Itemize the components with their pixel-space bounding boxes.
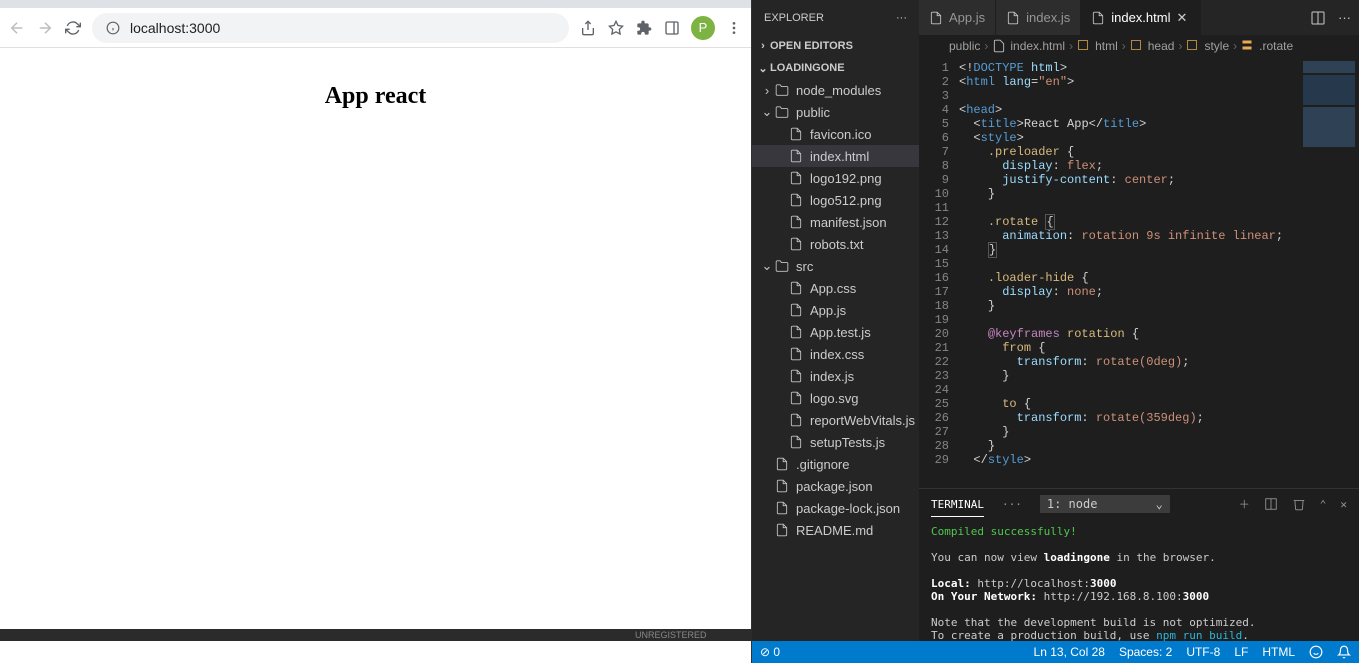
code-lines[interactable]: <!DOCTYPE html><html lang="en"><head> <t… — [959, 57, 1299, 488]
tree-folder-public[interactable]: ⌄public — [752, 101, 919, 123]
project-label: LOADINGONE — [770, 62, 845, 74]
tree-file-setupTests-js[interactable]: setupTests.js — [752, 431, 919, 453]
share-icon[interactable] — [579, 19, 597, 37]
editor-tabs: App.jsindex.jsindex.html✕ ··· — [919, 0, 1359, 35]
status-eol[interactable]: LF — [1234, 645, 1248, 659]
reload-button[interactable] — [64, 19, 82, 37]
status-encoding[interactable]: UTF-8 — [1186, 645, 1220, 659]
tree-file-favicon-ico[interactable]: favicon.ico — [752, 123, 919, 145]
tree-file-manifest-json[interactable]: manifest.json — [752, 211, 919, 233]
status-cursor[interactable]: Ln 13, Col 28 — [1034, 645, 1105, 659]
page-content: App react — [0, 48, 751, 663]
code-editor[interactable]: 1234567891011121314151617181920212223242… — [919, 57, 1359, 488]
tree-folder-node_modules[interactable]: ›node_modules — [752, 79, 919, 101]
line-gutter: 1234567891011121314151617181920212223242… — [919, 57, 959, 488]
tree-file-index-css[interactable]: index.css — [752, 343, 919, 365]
breadcrumb-segment[interactable]: head — [1148, 39, 1175, 53]
feedback-icon[interactable] — [1309, 645, 1323, 659]
bookmark-icon[interactable] — [607, 19, 625, 37]
explorer-header: EXPLORER ··· — [752, 0, 919, 35]
new-terminal-icon[interactable]: ＋ — [1239, 496, 1250, 512]
maximize-terminal-icon[interactable]: ⌃ — [1320, 498, 1327, 511]
tree-file-package-json[interactable]: package.json — [752, 475, 919, 497]
address-bar[interactable] — [92, 13, 569, 43]
terminal-more-icon[interactable]: ··· — [1002, 498, 1022, 511]
trash-icon[interactable] — [1292, 497, 1306, 511]
browser-toolbar: P — [0, 8, 751, 48]
page-heading: App react — [0, 83, 751, 110]
status-errors[interactable]: ⊘ 0 — [760, 645, 780, 659]
terminal-panel: TERMINAL ··· 1: node⌄ ＋ ⌃ ✕ Compiled suc… — [919, 488, 1359, 663]
file-tree: ›node_modules⌄publicfavicon.icoindex.htm… — [752, 79, 919, 641]
tree-folder-src[interactable]: ⌄src — [752, 255, 919, 277]
tab-actions: ··· — [1302, 0, 1359, 35]
breadcrumb[interactable]: public›index.html›html›head›style›.rotat… — [919, 35, 1359, 57]
more-actions-icon[interactable]: ··· — [1338, 10, 1351, 25]
editor-tab-index-html[interactable]: index.html✕ — [1081, 0, 1201, 35]
breadcrumb-segment[interactable]: style — [1204, 39, 1229, 53]
forward-button[interactable] — [36, 19, 54, 37]
explorer-title: EXPLORER — [764, 12, 824, 24]
terminal-dropdown-label: 1: node — [1047, 497, 1098, 511]
tree-file--gitignore[interactable]: .gitignore — [752, 453, 919, 475]
tree-file-logo-svg[interactable]: logo.svg — [752, 387, 919, 409]
explorer-sidebar: EXPLORER ··· ›OPEN EDITORS ⌄LOADINGONE ›… — [752, 0, 919, 663]
minimap[interactable] — [1299, 57, 1359, 488]
project-section[interactable]: ⌄LOADINGONE — [752, 57, 919, 79]
terminal-dropdown[interactable]: 1: node ⌄ — [1040, 495, 1170, 513]
tree-file-App-test-js[interactable]: App.test.js — [752, 321, 919, 343]
split-terminal-icon[interactable] — [1264, 497, 1278, 511]
chevron-right-icon: › — [756, 40, 770, 52]
tree-file-package-lock-json[interactable]: package-lock.json — [752, 497, 919, 519]
unregistered-label: UNREGISTERED — [635, 630, 707, 640]
sidepanel-icon[interactable] — [663, 19, 681, 37]
bottom-stripe: UNREGISTERED — [0, 629, 752, 641]
browser-tab-strip — [0, 0, 751, 8]
terminal-tabs: TERMINAL ··· 1: node ⌄ ＋ ⌃ ✕ — [919, 489, 1359, 519]
back-button[interactable] — [8, 19, 26, 37]
status-spaces[interactable]: Spaces: 2 — [1119, 645, 1172, 659]
site-info-icon[interactable] — [104, 19, 122, 37]
url-input[interactable] — [130, 20, 557, 36]
browser-window: P App react — [0, 0, 752, 663]
menu-icon[interactable] — [725, 19, 743, 37]
open-editors-label: OPEN EDITORS — [770, 40, 853, 52]
tree-file-reportWebVitals-js[interactable]: reportWebVitals.js — [752, 409, 919, 431]
chevron-down-icon: ⌄ — [1156, 497, 1163, 511]
tree-file-README-md[interactable]: README.md — [752, 519, 919, 541]
chevron-down-icon: ⌄ — [756, 62, 770, 75]
status-bar: ⊘ 0 Ln 13, Col 28 Spaces: 2 UTF-8 LF HTM… — [752, 641, 1359, 663]
tree-file-App-js[interactable]: App.js — [752, 299, 919, 321]
status-errors-count: 0 — [773, 645, 780, 659]
open-editors-section[interactable]: ›OPEN EDITORS — [752, 35, 919, 57]
tree-file-index-html[interactable]: index.html — [752, 145, 919, 167]
profile-avatar[interactable]: P — [691, 16, 715, 40]
tree-file-robots-txt[interactable]: robots.txt — [752, 233, 919, 255]
breadcrumb-segment[interactable]: .rotate — [1259, 39, 1293, 53]
tree-file-logo512-png[interactable]: logo512.png — [752, 189, 919, 211]
notifications-icon[interactable] — [1337, 645, 1351, 659]
extensions-icon[interactable] — [635, 19, 653, 37]
split-editor-icon[interactable] — [1310, 10, 1326, 26]
breadcrumb-segment[interactable]: index.html — [1010, 39, 1065, 53]
tree-file-index-js[interactable]: index.js — [752, 365, 919, 387]
close-terminal-icon[interactable]: ✕ — [1340, 498, 1347, 511]
breadcrumb-segment[interactable]: html — [1095, 39, 1118, 53]
breadcrumb-segment[interactable]: public — [949, 39, 980, 53]
status-language[interactable]: HTML — [1262, 645, 1295, 659]
editor-area: App.jsindex.jsindex.html✕ ··· public›ind… — [919, 0, 1359, 663]
vscode-window: EXPLORER ··· ›OPEN EDITORS ⌄LOADINGONE ›… — [752, 0, 1359, 663]
terminal-tab[interactable]: TERMINAL — [931, 492, 984, 517]
tree-file-logo192-png[interactable]: logo192.png — [752, 167, 919, 189]
tree-file-App-css[interactable]: App.css — [752, 277, 919, 299]
editor-tab-index-js[interactable]: index.js — [996, 0, 1081, 35]
close-tab-icon[interactable]: ✕ — [1176, 10, 1190, 26]
explorer-more-icon[interactable]: ··· — [896, 12, 907, 24]
editor-tab-App-js[interactable]: App.js — [919, 0, 996, 35]
